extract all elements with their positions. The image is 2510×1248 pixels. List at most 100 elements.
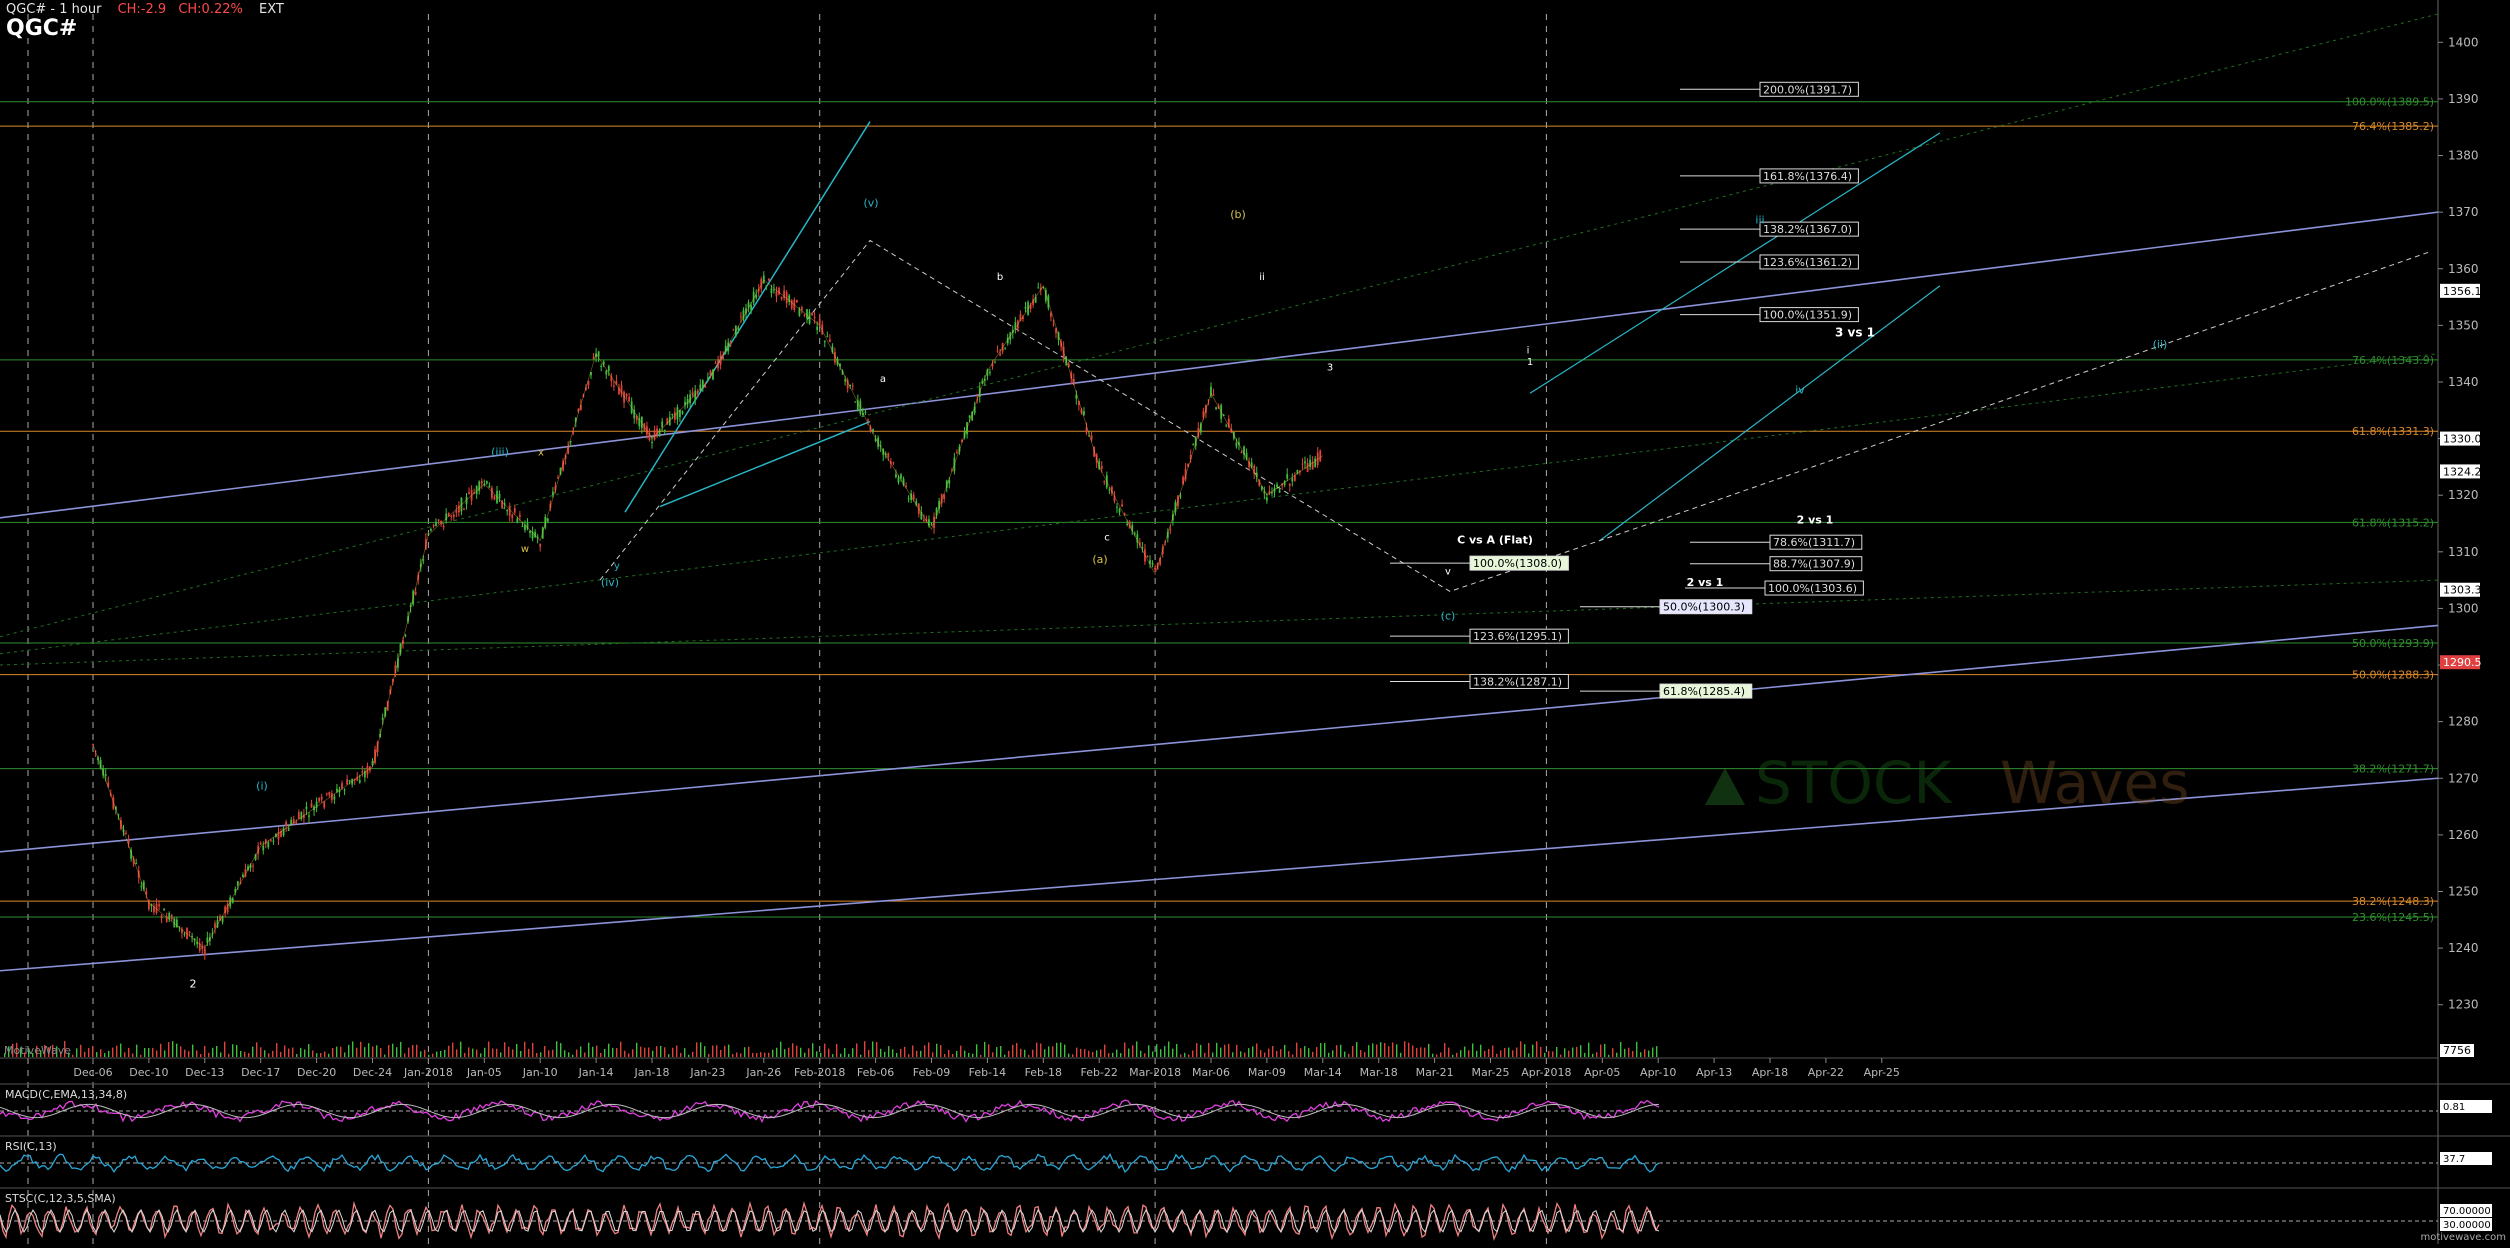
volume-bar — [1296, 1042, 1298, 1057]
candle-body — [539, 543, 542, 547]
target-label: 100.0%(1303.6) — [1768, 582, 1857, 595]
volume-bar — [716, 1045, 718, 1057]
volume-bar — [536, 1052, 538, 1057]
date-tick-label: Apr-22 — [1808, 1066, 1844, 1079]
volume-bar — [792, 1043, 794, 1057]
volume-bar — [324, 1051, 326, 1057]
candle-body — [518, 514, 521, 518]
date-tick-label: Apr-18 — [1752, 1066, 1788, 1079]
candle-body — [750, 304, 752, 310]
volume-bar — [184, 1049, 186, 1057]
price-label: 1330.0 — [2443, 433, 2482, 446]
candle-body — [158, 904, 160, 907]
volume-bar — [1344, 1051, 1346, 1057]
volume-bar — [960, 1045, 962, 1057]
candle-body — [709, 370, 712, 376]
candle-body — [491, 487, 493, 498]
volume-bar — [736, 1052, 738, 1057]
date-tick-label: Dec-13 — [185, 1066, 224, 1079]
candle-body — [801, 307, 803, 310]
volume-bar — [304, 1049, 306, 1057]
candle-body — [140, 886, 143, 888]
candle-body — [308, 815, 310, 817]
volume-bar — [156, 1050, 158, 1057]
date-tick-label: Mar-09 — [1248, 1066, 1286, 1079]
candle-body — [163, 908, 166, 911]
candle-body — [892, 462, 895, 464]
volume-bar — [1552, 1051, 1554, 1057]
volume-bar — [608, 1043, 610, 1057]
wave-label: (a) — [1092, 553, 1107, 566]
volume-bar — [1164, 1046, 1166, 1057]
volume-bar — [724, 1045, 726, 1057]
volume-bar — [600, 1052, 602, 1057]
candle-body — [1103, 481, 1106, 483]
candle-body — [125, 832, 127, 835]
fib-line-label: 76.4%(1343.9) — [2352, 354, 2434, 367]
volume-bar — [936, 1043, 938, 1057]
volume-bar — [720, 1050, 722, 1057]
candle-body — [1276, 484, 1278, 487]
volume-bar — [424, 1049, 426, 1057]
volume-bar — [672, 1047, 674, 1057]
volume-bar — [136, 1044, 138, 1057]
volume-bar — [320, 1053, 322, 1057]
volume-bar — [120, 1043, 122, 1057]
candle-body — [887, 453, 890, 458]
volume-bar — [1204, 1052, 1206, 1057]
volume-bar — [288, 1048, 290, 1057]
volume-bar — [708, 1053, 710, 1057]
volume-bar — [1072, 1054, 1074, 1057]
fib-line-label: 76.4%(1385.2) — [2352, 120, 2434, 133]
candle-body — [1037, 287, 1040, 289]
volume-bar — [256, 1042, 258, 1057]
volume-bar — [852, 1048, 854, 1057]
volume-bar — [1616, 1052, 1618, 1057]
volume-bar — [352, 1041, 354, 1057]
candle-body — [498, 493, 501, 499]
price-chart[interactable]: 1230124012501260127012801290130013101320… — [0, 0, 2510, 1244]
volume-bar — [520, 1050, 522, 1057]
price-label: 1356.1 — [2443, 285, 2482, 298]
candle-body — [330, 793, 333, 801]
volume-bar — [500, 1052, 502, 1057]
volume-bar — [1116, 1049, 1118, 1057]
volume-bar — [676, 1045, 678, 1057]
volume-bar — [1336, 1045, 1338, 1057]
candle-body — [663, 429, 666, 432]
volume-bar — [1536, 1041, 1538, 1057]
date-tick-label: Apr-2018 — [1521, 1066, 1571, 1079]
volume-bar — [240, 1050, 242, 1057]
volume-bar — [124, 1052, 126, 1057]
watermark-text-waves: Waves — [2000, 749, 2189, 817]
volume-bar — [1408, 1042, 1410, 1057]
volume-bar — [368, 1043, 370, 1057]
volume-bar — [700, 1042, 702, 1057]
candle-body — [1225, 425, 1228, 427]
date-tick-label: Mar-2018 — [1129, 1066, 1181, 1079]
volume-bar — [1436, 1054, 1438, 1057]
candle-body — [480, 480, 483, 484]
candle-body — [785, 291, 788, 304]
candle-body — [864, 411, 867, 413]
volume-bar — [660, 1045, 662, 1057]
volume-bar — [1424, 1047, 1426, 1057]
volume-bar — [1596, 1052, 1598, 1057]
candle-body — [651, 441, 653, 443]
volume-bar — [228, 1053, 230, 1057]
watermark-logo: STOCK Waves — [1705, 749, 2189, 817]
volume-bar — [208, 1052, 210, 1057]
candle-body — [485, 481, 488, 484]
volume-bar — [1628, 1047, 1630, 1057]
fib-line-label: 23.6%(1245.5) — [2352, 911, 2434, 924]
volume-bar — [1216, 1042, 1218, 1057]
volume-bar — [648, 1047, 650, 1057]
price-tick-label: 1300 — [2448, 601, 2479, 615]
volume-bar — [1120, 1053, 1122, 1057]
chart-root[interactable]: 1230124012501260127012801290130013101320… — [0, 0, 2510, 1244]
candle-body — [780, 297, 783, 299]
wave-label: (iii) — [491, 446, 509, 459]
volume-bar — [964, 1050, 966, 1057]
volume-bar — [1052, 1046, 1054, 1057]
volume-bar — [1636, 1041, 1638, 1057]
